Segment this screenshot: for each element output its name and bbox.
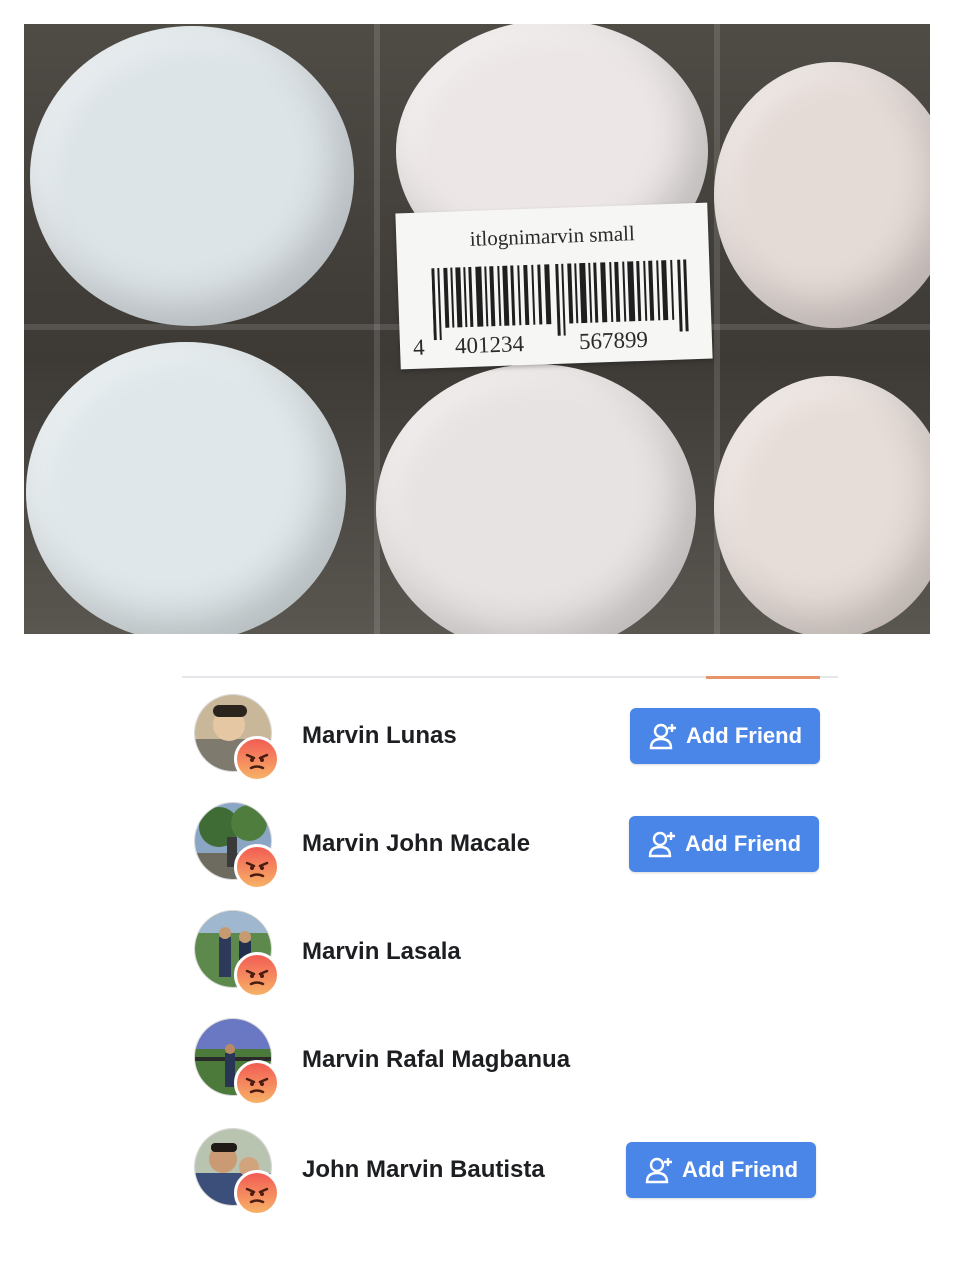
add-friend-button[interactable]: Add Friend <box>626 1142 816 1198</box>
friend-name[interactable]: Marvin John Macale <box>302 830 530 858</box>
add-friend-label: Add Friend <box>681 1157 799 1182</box>
list-item[interactable]: John Marvin Bautista Add Friend <box>182 1114 838 1216</box>
add-person-icon <box>648 721 678 751</box>
egg <box>30 26 354 326</box>
friend-search-results: Marvin Lunas Add Friend Marvin John Maca… <box>182 676 838 1226</box>
barcode <box>431 259 691 341</box>
list-item[interactable]: Marvin Lasala <box>182 896 838 998</box>
angry-reaction-icon <box>234 1060 280 1106</box>
friend-name[interactable]: John Marvin Bautista <box>302 1156 545 1184</box>
egg <box>714 62 930 328</box>
angry-reaction-icon <box>234 1170 280 1216</box>
avatar[interactable] <box>194 694 280 782</box>
avatar[interactable] <box>194 802 280 890</box>
list-item[interactable]: Marvin Rafal Magbanua <box>182 1004 838 1106</box>
angry-reaction-icon <box>234 952 280 998</box>
tab-indicator <box>706 676 820 679</box>
add-friend-label: Add Friend <box>685 723 803 748</box>
avatar[interactable] <box>194 910 280 998</box>
label-title: itlognimarvin small <box>469 221 636 251</box>
list-item[interactable]: Marvin John Macale Add Friend <box>182 788 838 890</box>
egg <box>26 342 346 634</box>
add-friend-label: Add Friend <box>684 831 802 856</box>
egg-tray-photo: itlognimarvin small 4 401234 567899 <box>24 24 930 634</box>
list-item[interactable]: Marvin Lunas Add Friend <box>182 680 838 782</box>
add-person-icon <box>647 829 677 859</box>
egg <box>714 376 930 634</box>
barcode-digits-right: 567899 <box>575 326 652 356</box>
angry-reaction-icon <box>234 844 280 890</box>
add-person-icon <box>644 1155 674 1185</box>
friend-name[interactable]: Marvin Lasala <box>302 938 461 966</box>
barcode-label: itlognimarvin small 4 401234 567899 <box>395 202 713 370</box>
tray-divider <box>374 24 380 634</box>
barcode-digits-left: 401234 <box>451 330 528 360</box>
avatar[interactable] <box>194 1018 280 1106</box>
egg <box>376 364 696 634</box>
barcode-lead-digit: 4 <box>409 334 429 362</box>
angry-reaction-icon <box>234 736 280 782</box>
friend-name[interactable]: Marvin Lunas <box>302 722 457 750</box>
avatar[interactable] <box>194 1128 280 1216</box>
add-friend-button[interactable]: Add Friend <box>630 708 820 764</box>
friend-name[interactable]: Marvin Rafal Magbanua <box>302 1046 570 1074</box>
add-friend-button[interactable]: Add Friend <box>629 816 819 872</box>
